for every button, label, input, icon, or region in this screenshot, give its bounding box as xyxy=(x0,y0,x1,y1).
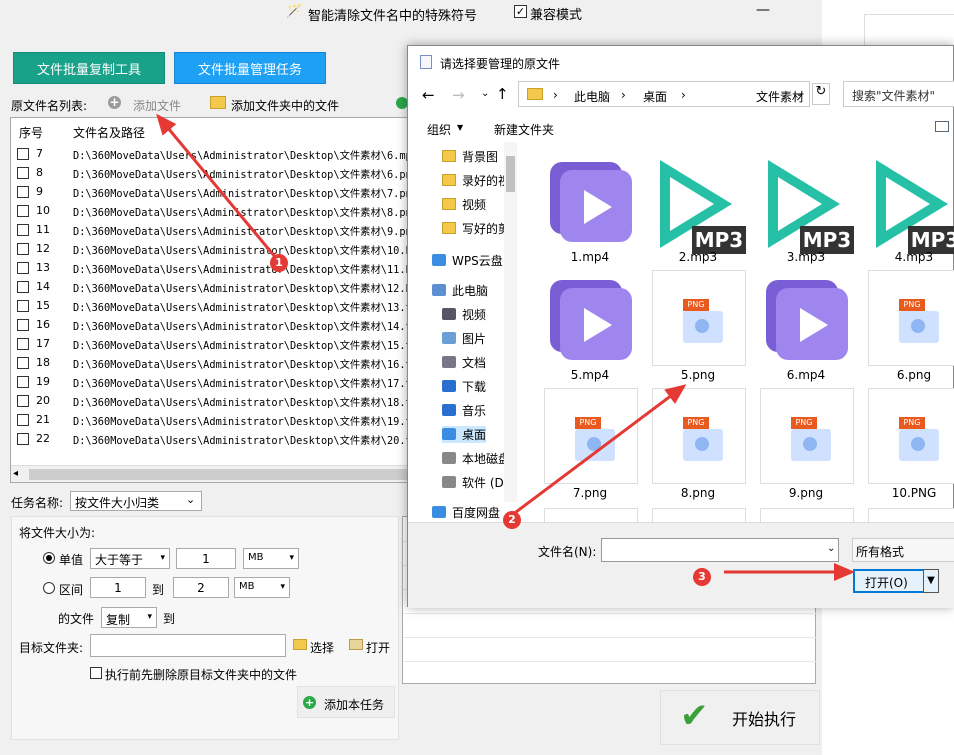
annotation-arrows xyxy=(156,113,855,581)
marker-2: 2 xyxy=(503,511,521,529)
marker-1: 1 xyxy=(270,254,288,272)
annotation-arrow-1 xyxy=(156,113,278,259)
marker-3: 3 xyxy=(693,568,711,586)
annotation-arrow-2 xyxy=(511,384,687,517)
